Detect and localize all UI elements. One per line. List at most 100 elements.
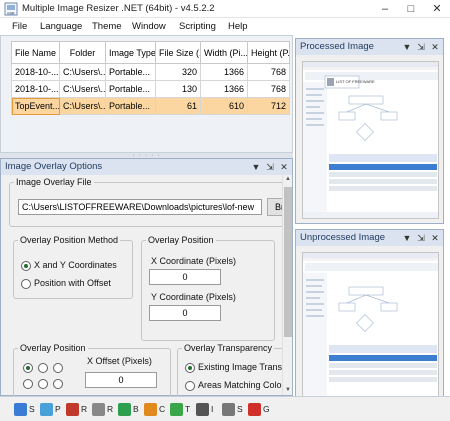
- cell-width[interactable]: 1366: [200, 63, 248, 81]
- scroll-down-arrow-icon[interactable]: ▼: [283, 386, 293, 395]
- radio-label[interactable]: Existing Image Transpa: [198, 362, 282, 372]
- panel-title: Processed Image: [300, 41, 374, 52]
- anchor-top-center-radio[interactable]: [38, 363, 48, 373]
- menu-help[interactable]: Help: [228, 21, 248, 32]
- radio-label[interactable]: Areas Matching Colour: [198, 380, 282, 390]
- toolbar-c-icon: [144, 403, 157, 416]
- table-row[interactable]: 2018-10-... C:\Users\... Portable... 320…: [11, 63, 290, 81]
- cell-folder[interactable]: C:\Users\...: [59, 63, 106, 81]
- file-table: File Name Folder Image Type File Size (.…: [11, 41, 290, 115]
- group-legend: Overlay Transparency: [184, 343, 273, 353]
- cell-folder[interactable]: C:\Users\...: [59, 97, 106, 115]
- minimize-button[interactable]: –: [372, 0, 398, 18]
- close-button[interactable]: ✕: [424, 0, 450, 18]
- title-bar: MIR Multiple Image Resizer .NET (64bit) …: [0, 0, 450, 18]
- cell-image-type[interactable]: Portable...: [105, 80, 156, 98]
- panel-pin-icon[interactable]: ⇲: [414, 231, 428, 245]
- column-header-image-type[interactable]: Image Type: [105, 41, 156, 64]
- radio-existing-image-transparency[interactable]: [185, 363, 195, 373]
- panel-pin-icon[interactable]: ⇲: [414, 40, 428, 54]
- y-coordinate-input[interactable]: 0: [149, 305, 221, 321]
- toolbar-r-icon: [66, 403, 79, 416]
- column-header-folder[interactable]: Folder: [59, 41, 106, 64]
- cell-file-size[interactable]: 320: [155, 63, 201, 81]
- x-coordinate-label: X Coordinate (Pixels): [151, 256, 237, 266]
- x-offset-input[interactable]: 0: [85, 372, 157, 388]
- panel-header: Unprocessed Image ▼ ⇲ ✕: [296, 230, 443, 246]
- toolbar-label: R: [81, 404, 88, 414]
- browse-button[interactable]: Bro: [267, 198, 282, 216]
- group-legend: Overlay Position: [20, 343, 86, 353]
- cell-file-size[interactable]: 61: [155, 97, 201, 115]
- radio-label[interactable]: X and Y Coordinates: [34, 260, 117, 270]
- radio-label[interactable]: Position with Offset: [34, 278, 111, 288]
- toolbar-label: I: [211, 404, 214, 414]
- menu-theme[interactable]: Theme: [92, 21, 122, 32]
- cell-file-name[interactable]: 2018-10-...: [11, 80, 60, 98]
- cell-height[interactable]: 712: [247, 97, 290, 115]
- bottom-toolbar: S P R R B C T I S G: [0, 396, 450, 421]
- panel-dropdown-icon[interactable]: ▼: [249, 160, 263, 174]
- radio-areas-matching-colour[interactable]: [185, 381, 195, 391]
- menu-scripting[interactable]: Scripting: [179, 21, 216, 32]
- toolbar-label: S: [237, 404, 243, 414]
- cell-file-size[interactable]: 130: [155, 80, 201, 98]
- image-overlay-options-panel: Image Overlay Options ▼ ⇲ ✕ Image Overla…: [0, 158, 293, 397]
- cell-width[interactable]: 1366: [200, 80, 248, 98]
- toolbar-label: R: [107, 404, 114, 414]
- toolbar-p-icon: [40, 403, 53, 416]
- options-scrollbar[interactable]: ▲ ▼: [282, 175, 292, 395]
- anchor-top-left-radio[interactable]: [23, 363, 33, 373]
- cell-file-name[interactable]: TopEvent...: [11, 97, 60, 115]
- unprocessed-image-panel: Unprocessed Image ▼ ⇲ ✕: [295, 229, 444, 415]
- table-row-selected[interactable]: TopEvent... C:\Users\... Portable... 61 …: [11, 97, 290, 115]
- panel-pin-icon[interactable]: ⇲: [263, 160, 277, 174]
- toolbar-s-icon: [14, 403, 27, 416]
- panel-dropdown-icon[interactable]: ▼: [400, 40, 414, 54]
- toolbar-r2-icon: [92, 403, 105, 416]
- cell-image-type[interactable]: Portable...: [105, 97, 156, 115]
- column-header-width[interactable]: Width (Pi...: [200, 41, 248, 64]
- y-coordinate-label: Y Coordinate (Pixels): [151, 292, 236, 302]
- group-legend: Overlay Position: [148, 235, 214, 245]
- menu-file[interactable]: File: [12, 21, 27, 32]
- panel-title: Unprocessed Image: [300, 232, 386, 243]
- toolbar-b-icon: [118, 403, 131, 416]
- anchor-middle-right-radio[interactable]: [53, 379, 63, 389]
- menu-window[interactable]: Window: [132, 21, 166, 32]
- scroll-up-arrow-icon[interactable]: ▲: [283, 175, 293, 184]
- panel-header: Image Overlay Options ▼ ⇲ ✕: [1, 159, 292, 175]
- cell-image-type[interactable]: Portable...: [105, 63, 156, 81]
- scrollbar-thumb[interactable]: [284, 187, 292, 337]
- cell-folder[interactable]: C:\Users\...: [59, 80, 106, 98]
- overlay-anchor-group: Overlay Position: [13, 343, 171, 397]
- cell-height[interactable]: 768: [247, 80, 290, 98]
- cell-height[interactable]: 768: [247, 63, 290, 81]
- table-row[interactable]: 2018-10-... C:\Users\... Portable... 130…: [11, 80, 290, 98]
- overlay-file-path-input[interactable]: C:\Users\LISTOFFREEWARE\Downloads\pictur…: [18, 199, 262, 215]
- maximize-button[interactable]: □: [398, 0, 424, 18]
- column-header-file-name[interactable]: File Name: [11, 41, 60, 64]
- svg-text:LIST OF FREEWARE: LIST OF FREEWARE: [336, 79, 375, 84]
- panel-close-icon[interactable]: ✕: [428, 40, 442, 54]
- anchor-middle-center-radio[interactable]: [38, 379, 48, 389]
- anchor-top-right-radio[interactable]: [53, 363, 63, 373]
- panel-close-icon[interactable]: ✕: [428, 231, 442, 245]
- toolbar-label: P: [55, 404, 61, 414]
- x-offset-label: X Offset (Pixels): [87, 356, 152, 366]
- column-header-file-size[interactable]: File Size (...: [155, 41, 201, 64]
- radio-x-and-y-coordinates[interactable]: [21, 261, 31, 271]
- cell-width[interactable]: 610: [200, 97, 248, 115]
- column-header-height[interactable]: Height (P...: [247, 41, 290, 64]
- processed-image-preview: LIST OF FREEWARE: [302, 61, 439, 219]
- anchor-middle-left-radio[interactable]: [23, 379, 33, 389]
- toolbar-i-icon: [196, 403, 209, 416]
- panel-dropdown-icon[interactable]: ▼: [400, 231, 414, 245]
- x-coordinate-input[interactable]: 0: [149, 269, 221, 285]
- panel-close-icon[interactable]: ✕: [277, 160, 291, 174]
- group-legend: Image Overlay File: [16, 177, 92, 187]
- menu-language[interactable]: Language: [40, 21, 82, 32]
- cell-file-name[interactable]: 2018-10-...: [11, 63, 60, 81]
- unprocessed-image-preview: [302, 252, 439, 410]
- radio-position-with-offset[interactable]: [21, 279, 31, 289]
